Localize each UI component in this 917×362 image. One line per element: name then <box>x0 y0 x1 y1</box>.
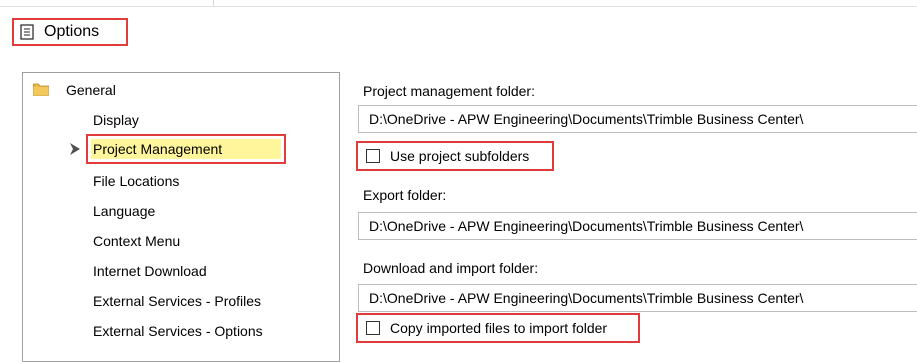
tree-item-display[interactable]: Display <box>23 109 339 131</box>
tree-item-file-locations[interactable]: File Locations <box>23 170 339 192</box>
tree-item-label: External Services - Profiles <box>93 293 262 309</box>
window-top-edge <box>0 6 917 7</box>
tree-item-general-label: General <box>66 82 116 98</box>
tree-item-project-management[interactable]: Project Management <box>23 138 339 160</box>
folder-icon <box>33 83 49 96</box>
tree-item-label: Project Management <box>93 141 223 157</box>
download-folder-label: Download and import folder: <box>363 260 539 276</box>
export-folder-label: Export folder: <box>363 187 447 203</box>
tree-item-label: Display <box>93 112 139 128</box>
use-subfolders-checkbox[interactable] <box>366 149 380 163</box>
options-title-text: Options <box>44 23 100 40</box>
tree-item-label: Internet Download <box>93 263 207 279</box>
project-folder-label: Project management folder: <box>363 83 535 99</box>
download-folder-field[interactable]: D:\OneDrive - APW Engineering\Documents\… <box>358 284 917 312</box>
tree-item-label: External Services - Options <box>93 323 263 339</box>
options-document-icon <box>20 24 34 40</box>
tree-item-label: Language <box>93 203 156 219</box>
project-folder-field[interactable]: D:\OneDrive - APW Engineering\Documents\… <box>358 105 917 133</box>
use-subfolders-label: Use project subfolders <box>390 148 530 164</box>
export-folder-field[interactable]: D:\OneDrive - APW Engineering\Documents\… <box>358 212 917 240</box>
options-title: Options <box>12 18 128 46</box>
tree-item-label: Context Menu <box>93 233 181 249</box>
tree-item-context-menu[interactable]: Context Menu <box>23 230 339 252</box>
options-tree[interactable]: General Display Project Management File … <box>22 72 340 362</box>
copy-imported-checkbox[interactable] <box>366 321 380 335</box>
use-subfolders-highlight-frame: Use project subfolders <box>356 141 554 171</box>
tree-item-label: File Locations <box>93 173 180 189</box>
tree-item-language[interactable]: Language <box>23 200 339 222</box>
window-top-divider <box>213 0 214 7</box>
tree-item-internet-download[interactable]: Internet Download <box>23 260 339 282</box>
tree-item-external-services-options[interactable]: External Services - Options <box>23 320 339 342</box>
copy-imported-highlight-frame: Copy imported files to import folder <box>356 313 640 343</box>
tree-item-general[interactable]: General <box>23 79 339 101</box>
tree-item-external-services-profiles[interactable]: External Services - Profiles <box>23 290 339 312</box>
copy-imported-label: Copy imported files to import folder <box>390 320 608 336</box>
